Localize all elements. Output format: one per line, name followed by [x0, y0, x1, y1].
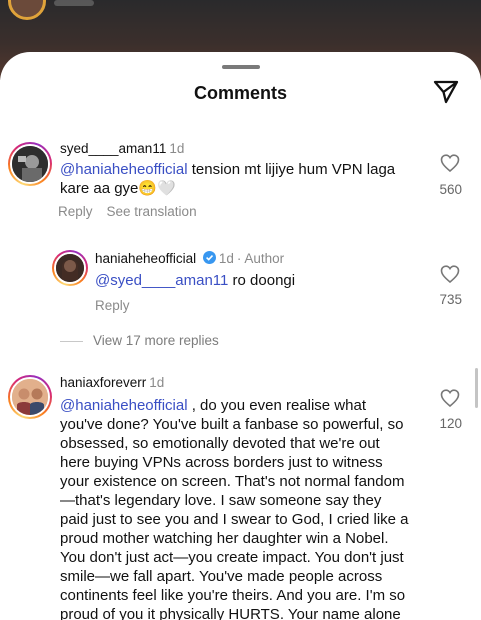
reply-time: 1d — [218, 251, 234, 266]
comment-header: haniaxforeverr 1d — [60, 375, 164, 390]
heart-icon[interactable] — [438, 154, 462, 177]
comment-body: , do you even realise what you've done? … — [60, 397, 409, 620]
view-more-label: View 17 more replies — [93, 333, 219, 348]
like-count: 560 — [439, 182, 462, 197]
view-more-replies-button[interactable]: View 17 more replies — [60, 333, 219, 348]
comment-text: @haniahehe​official , do you even realis… — [60, 396, 412, 620]
comments-sheet: Comments syed____aman11 1d @haniahehe​off… — [0, 52, 481, 620]
reel-author-name-placeholder — [54, 0, 94, 6]
paper-plane-icon[interactable] — [432, 79, 460, 105]
comment-text: @haniahehe​official tension mt lijiye hu… — [60, 160, 425, 198]
sheet-grabber-handle[interactable] — [222, 65, 260, 69]
comment-time: 1d — [169, 141, 185, 156]
reply-button[interactable]: Reply — [95, 298, 130, 313]
avatar-photo — [12, 379, 48, 415]
reply-button[interactable]: Reply — [58, 204, 93, 219]
comment-mention[interactable]: @haniahehe​official — [60, 161, 188, 178]
author-label: · Author — [236, 251, 285, 266]
verified-badge-icon — [202, 251, 216, 264]
comment-username[interactable]: syed____aman11 — [60, 141, 166, 156]
like-count: 120 — [439, 416, 462, 431]
comment-header: syed____aman11 1d — [60, 141, 184, 156]
divider-line — [60, 340, 83, 342]
heart-icon[interactable] — [438, 389, 462, 412]
comment-mention[interactable]: @haniahehe​official — [60, 397, 188, 414]
reply-actions: Reply — [95, 298, 144, 313]
reply-body: ro doongi — [228, 272, 296, 289]
avatar[interactable] — [8, 375, 52, 419]
comment-username[interactable]: haniaxforeverr — [60, 375, 146, 390]
reel-author-avatar — [8, 0, 46, 20]
like-count: 735 — [439, 292, 462, 307]
avatar[interactable] — [8, 142, 52, 186]
see-translation-button[interactable]: See translation — [107, 204, 197, 219]
reply-text: @syed____aman11 ro doongi — [95, 271, 425, 290]
reply-username[interactable]: haniahehe​official — [95, 251, 196, 266]
reply-mention[interactable]: @syed____aman11 — [95, 272, 228, 289]
scrollbar[interactable] — [475, 368, 478, 408]
comments-title: Comments — [193, 83, 287, 103]
avatar[interactable] — [52, 250, 88, 286]
avatar-photo — [56, 254, 84, 282]
heart-icon[interactable] — [438, 265, 462, 288]
comment-time: 1d — [149, 375, 165, 390]
reply-header: haniahehe​official 1d · Author — [95, 251, 284, 266]
comment-actions: Reply See translation — [58, 204, 211, 219]
avatar-photo — [12, 146, 48, 182]
